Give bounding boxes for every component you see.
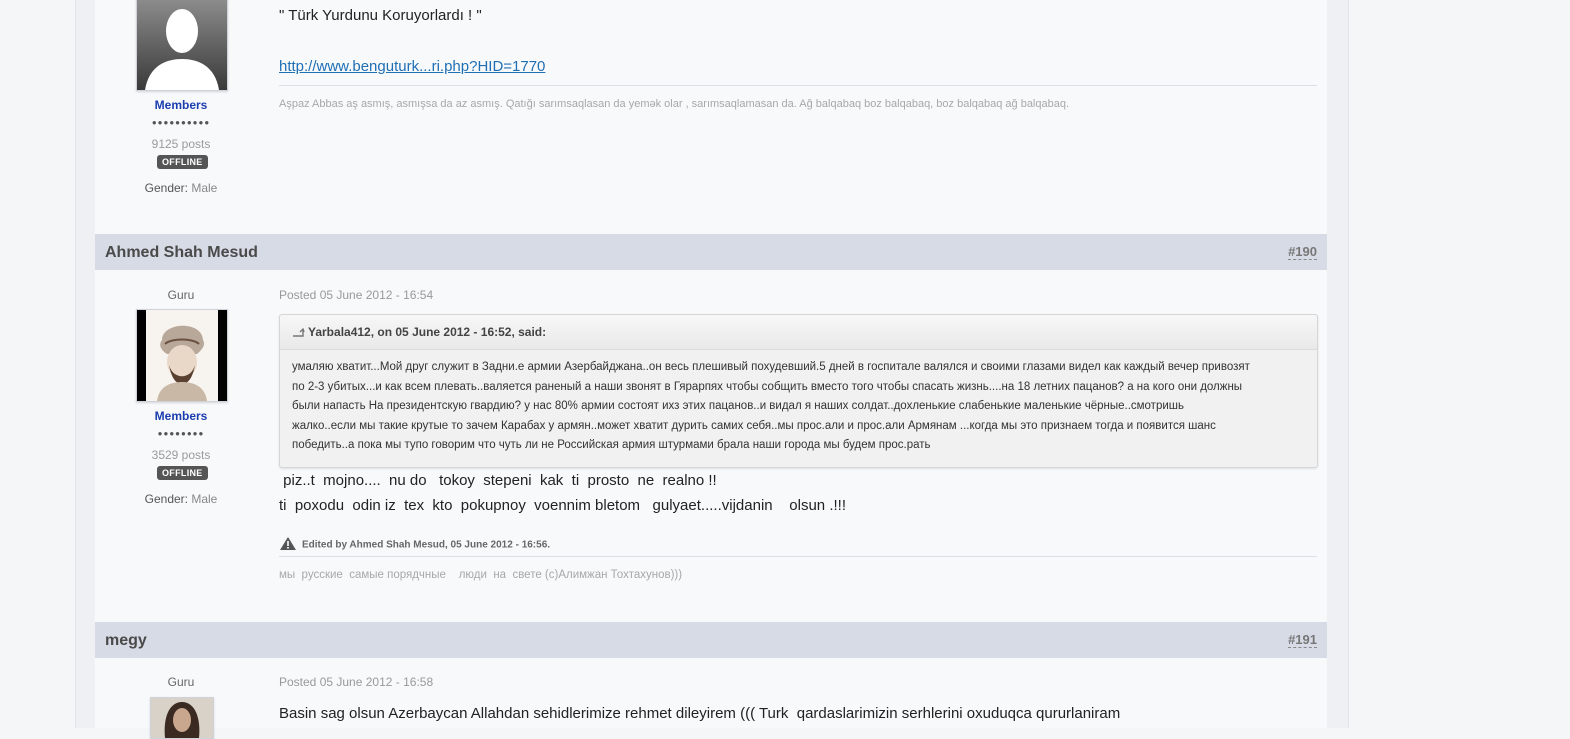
edit-notice-text: Edited by Ahmed Shah Mesud, 05 June 2012…	[302, 539, 551, 551]
warning-icon	[279, 536, 297, 554]
member-group[interactable]: Members	[133, 409, 229, 423]
quote-line: жалко..если мы такие крутые то зачем Кар…	[292, 419, 1216, 432]
gender-info: Gender: Male	[133, 181, 229, 195]
post-header: megy #191	[95, 622, 1327, 658]
post-text-line: piz..t mojno.... nu do tokoy stepeni kak…	[279, 472, 717, 489]
member-rank: Guru	[167, 675, 195, 689]
quote-line: по 2-3 убитых...и как всем плевать..валя…	[292, 380, 1243, 393]
gender-label: Gender:	[144, 181, 188, 195]
edit-notice: Edited by Ahmed Shah Mesud, 05 June 2012…	[279, 536, 550, 554]
post-count: 3529 posts	[151, 448, 211, 462]
signature-divider	[279, 556, 1317, 557]
gender-info: Gender: Male	[133, 492, 229, 506]
post-text: " Türk Yurdunu Koruyorlardı ! "	[279, 7, 482, 24]
user-portrait-icon	[151, 698, 213, 738]
status-badge: OFFLINE	[157, 155, 208, 169]
quote-line: умаляю хватит...Мой друг служит в Задни.…	[292, 361, 1250, 373]
default-user-silhouette-icon	[137, 0, 227, 90]
quote-line: были напасть На президентскую гвардию? у…	[292, 400, 1184, 412]
post-count: 9125 posts	[151, 137, 211, 151]
posted-date: Posted 05 June 2012 - 16:54	[279, 288, 434, 302]
posted-date: Posted 05 June 2012 - 16:58	[279, 675, 434, 689]
signature-divider	[279, 85, 1317, 86]
gender-value: Male	[191, 492, 218, 506]
post-author-name[interactable]: megy	[105, 632, 147, 650]
quote-arrow-icon	[292, 316, 308, 350]
member-group[interactable]: Members	[133, 98, 229, 112]
avatar[interactable]	[136, 0, 228, 91]
quote-header-text: Yarbala412, on 05 June 2012 - 16:52, sai…	[308, 325, 547, 339]
signature: мы русские самые порядчные люди на свете…	[279, 569, 683, 581]
quote-line: победить..а пока мы тупо говорим что чут…	[292, 439, 931, 451]
signature: Aşpaz Abbas aş asmış, asmışsa da az asmı…	[279, 98, 1070, 110]
post-author-name[interactable]: Ahmed Shah Mesud	[105, 244, 258, 262]
post-number-link[interactable]: #191	[1288, 633, 1317, 648]
post-text-line: ti poxodu odin iz tex kto pokupnoy voenn…	[279, 497, 846, 514]
status-badge: OFFLINE	[157, 466, 208, 480]
gender-label: Gender:	[144, 492, 188, 506]
avatar[interactable]	[150, 697, 214, 739]
quote-block: Yarbala412, on 05 June 2012 - 16:52, sai…	[279, 314, 1318, 468]
member-rank: Guru	[167, 288, 195, 302]
user-portrait-icon	[137, 310, 227, 401]
quote-header: Yarbala412, on 05 June 2012 - 16:52, sai…	[280, 315, 1317, 350]
avatar[interactable]	[136, 309, 228, 402]
quote-content: умаляю хватит...Мой друг служит в Задни.…	[280, 350, 1317, 464]
post-number-link[interactable]: #190	[1288, 245, 1317, 260]
post-text: Basin sag olsun Azerbaycan Allahdan sehi…	[279, 705, 1121, 722]
post-link[interactable]: http://www.benguturk...ri.php?HID=1770	[279, 58, 545, 75]
gender-value: Male	[191, 181, 218, 195]
post-header: Ahmed Shah Mesud #190	[95, 234, 1327, 270]
reputation-pips: ●●●●●●●●	[157, 429, 205, 438]
reputation-pips: ●●●●●●●●●●	[151, 118, 211, 127]
